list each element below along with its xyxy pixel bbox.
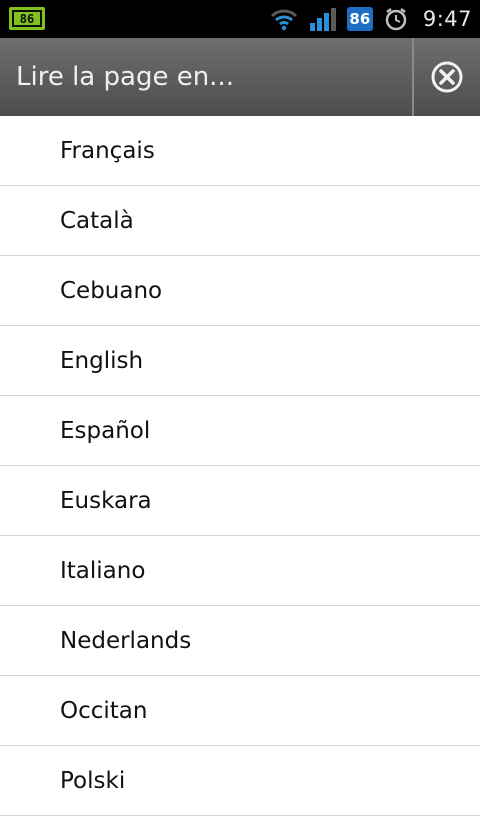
language-label: Occitan xyxy=(60,697,148,724)
list-item-language[interactable]: Euskara xyxy=(0,466,480,536)
signal-icon xyxy=(309,7,337,31)
list-item-language[interactable]: Español xyxy=(0,396,480,466)
dialog-title-bar: Lire la page en... xyxy=(0,38,480,116)
list-item-language[interactable]: Català xyxy=(0,186,480,256)
language-list: Français Català Cebuano English Español … xyxy=(0,116,480,816)
language-label: Nederlands xyxy=(60,627,192,654)
language-label: Polski xyxy=(60,767,126,794)
clock-time: 9:47 xyxy=(422,7,472,31)
notification-badge-icon: 86 xyxy=(346,7,373,31)
language-label: Català xyxy=(60,207,134,234)
list-item-language[interactable]: Occitan xyxy=(0,676,480,746)
list-item-language[interactable]: English xyxy=(0,326,480,396)
list-item-language[interactable]: Cebuano xyxy=(0,256,480,326)
language-label: Español xyxy=(60,417,151,444)
list-item-language[interactable]: Nederlands xyxy=(0,606,480,676)
language-label: Euskara xyxy=(60,487,152,514)
language-label: Cebuano xyxy=(60,277,163,304)
battery-app-icon: 86 xyxy=(9,7,45,30)
list-item-language[interactable]: Italiano xyxy=(0,536,480,606)
close-circle-icon xyxy=(431,61,463,93)
language-label: Français xyxy=(60,137,155,164)
list-item-language[interactable]: Polski xyxy=(0,746,480,816)
status-bar: 86 86 9:47 xyxy=(0,0,480,38)
language-label: English xyxy=(60,347,144,374)
wifi-icon xyxy=(269,7,299,31)
status-icons: 86 9:47 xyxy=(269,0,472,38)
language-label: Italiano xyxy=(60,557,146,584)
dialog-title: Lire la page en... xyxy=(16,62,234,92)
alarm-icon xyxy=(383,6,409,32)
list-item-language[interactable]: Français xyxy=(0,116,480,186)
close-button[interactable] xyxy=(414,38,480,116)
battery-app-value: 86 xyxy=(20,12,34,26)
